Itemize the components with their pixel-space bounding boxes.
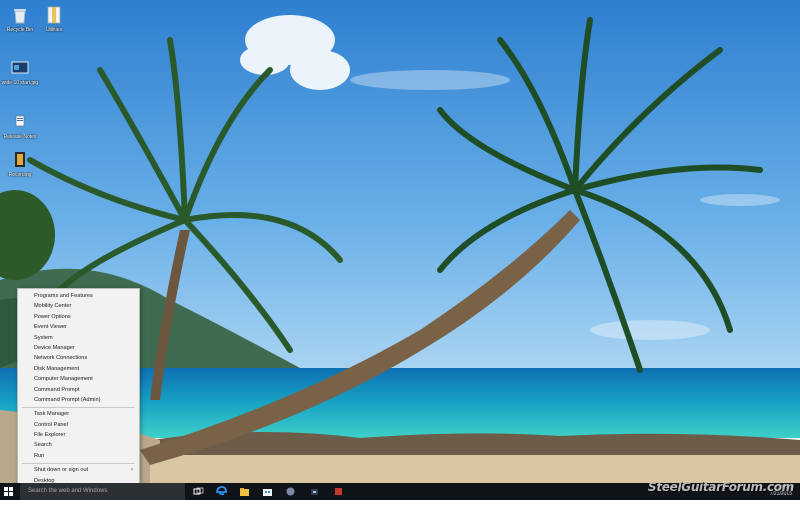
- store-icon[interactable]: [262, 486, 273, 497]
- menu-item-programs-and-features[interactable]: Programs and Features: [18, 291, 139, 301]
- menu-separator: [22, 462, 135, 464]
- folder-icon: [44, 5, 64, 25]
- task-view-icon[interactable]: [193, 486, 204, 497]
- menu-item-network-connections[interactable]: Network Connections: [18, 353, 139, 363]
- desktop-icon-label: Recording: [8, 172, 32, 178]
- menu-item-task-manager[interactable]: Task Manager: [18, 409, 139, 419]
- search-input[interactable]: Search the web and Windows: [20, 483, 185, 500]
- desktop-icon-utilities[interactable]: Utilities: [34, 5, 74, 33]
- menu-item-system[interactable]: System: [18, 333, 139, 343]
- desktop-icon-wide-10-start[interactable]: wide 10 start.jpg: [0, 58, 40, 86]
- desktop-icon-label: Release Notes: [3, 134, 37, 140]
- menu-item-device-manager[interactable]: Device Manager: [18, 343, 139, 353]
- desktop-icon-label: wide 10 start.jpg: [1, 80, 39, 86]
- start-button[interactable]: [0, 483, 18, 500]
- menu-item-run[interactable]: Run: [18, 451, 139, 461]
- image-file-icon: [10, 58, 30, 78]
- app-icon[interactable]: [309, 486, 320, 497]
- media-file-icon: [10, 150, 30, 170]
- desktop-icon-label: Utilities: [45, 27, 63, 33]
- menu-item-disk-management[interactable]: Disk Management: [18, 364, 139, 374]
- desktop-icon-release-notes[interactable]: Release Notes: [0, 112, 40, 140]
- windows-start-icon: [4, 487, 13, 496]
- menu-item-command-prompt[interactable]: Command Prompt: [18, 385, 139, 395]
- app-icon[interactable]: [285, 486, 296, 497]
- menu-item-command-prompt-admin[interactable]: Command Prompt (Admin): [18, 395, 139, 405]
- recycle-bin-icon: [10, 5, 30, 25]
- edge-browser-icon[interactable]: [216, 486, 227, 497]
- power-user-menu: Programs and Features Mobility Center Po…: [17, 288, 140, 486]
- menu-item-label: Shut down or sign out: [34, 467, 89, 474]
- menu-item-shut-down-or-sign-out[interactable]: Shut down or sign out ›: [18, 465, 139, 475]
- menu-item-search[interactable]: Search: [18, 440, 139, 450]
- file-explorer-icon[interactable]: [239, 486, 250, 497]
- menu-separator: [22, 406, 135, 408]
- menu-item-mobility-center[interactable]: Mobility Center: [18, 301, 139, 311]
- chevron-right-icon: ›: [131, 467, 133, 474]
- desktop-icon-recording[interactable]: Recording: [0, 150, 40, 178]
- menu-item-event-viewer[interactable]: Event Viewer: [18, 322, 139, 332]
- app-icon[interactable]: [333, 486, 344, 497]
- menu-item-computer-management[interactable]: Computer Management: [18, 374, 139, 384]
- menu-item-file-explorer[interactable]: File Explorer: [18, 430, 139, 440]
- document-icon: [10, 112, 30, 132]
- watermark-text: SteelGuitarForum.com: [648, 480, 794, 494]
- menu-item-control-panel[interactable]: Control Panel: [18, 420, 139, 430]
- menu-item-power-options[interactable]: Power Options: [18, 312, 139, 322]
